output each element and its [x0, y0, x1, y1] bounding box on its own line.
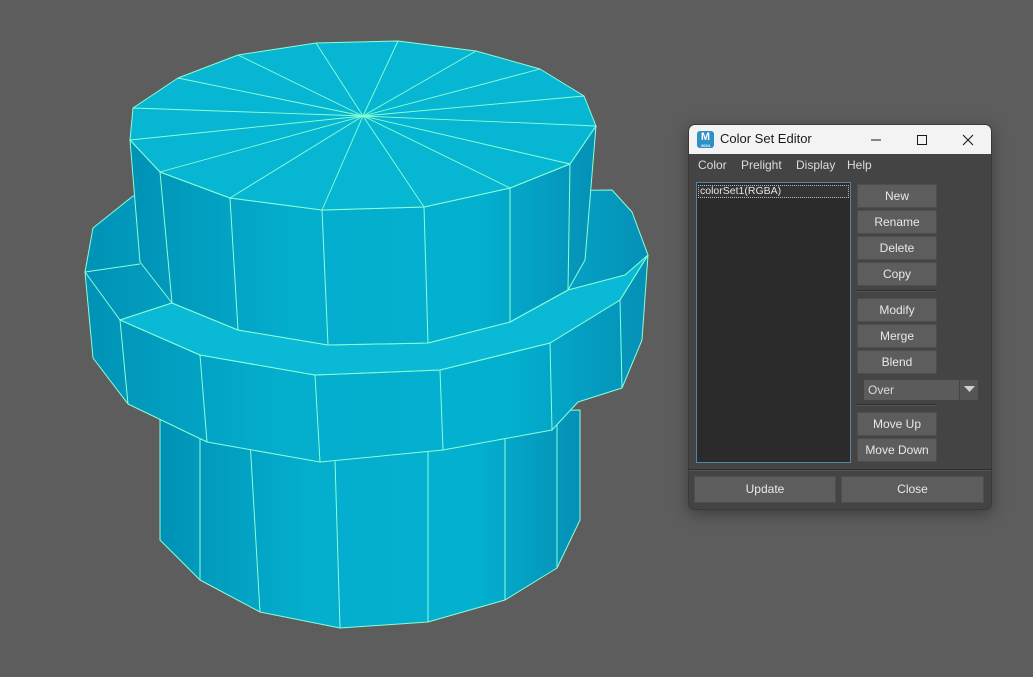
- blend-button[interactable]: Blend: [857, 350, 937, 374]
- color-set-list[interactable]: colorSet1(RGBA): [696, 182, 851, 463]
- menu-display[interactable]: Display: [796, 158, 835, 172]
- menu-prelight[interactable]: Prelight: [741, 158, 782, 172]
- blend-mode-value: Over: [868, 383, 895, 397]
- chevron-down-icon: [964, 386, 975, 392]
- dropdown-arrow[interactable]: [959, 380, 978, 400]
- maximize-button[interactable]: [899, 125, 945, 154]
- menu-help[interactable]: Help: [847, 158, 872, 172]
- update-button[interactable]: Update: [694, 476, 836, 503]
- color-set-item[interactable]: colorSet1(RGBA): [698, 185, 849, 198]
- menu-bar: Color Prelight Display Help: [689, 154, 991, 177]
- move-up-button[interactable]: Move Up: [857, 412, 937, 436]
- window-titlebar[interactable]: M 2024 Color Set Editor: [689, 125, 991, 154]
- delete-button[interactable]: Delete: [857, 236, 937, 260]
- maya-app-icon: M 2024: [697, 131, 714, 148]
- separator: [857, 404, 937, 406]
- minimize-button[interactable]: [853, 125, 899, 154]
- close-window-button[interactable]: [945, 125, 991, 154]
- new-button[interactable]: New: [857, 184, 937, 208]
- close-button[interactable]: Close: [841, 476, 984, 503]
- menu-color[interactable]: Color: [698, 158, 727, 172]
- close-icon: [962, 134, 974, 146]
- rename-button[interactable]: Rename: [857, 210, 937, 234]
- window-title: Color Set Editor: [720, 131, 812, 146]
- minimize-icon: [871, 139, 881, 141]
- merge-button[interactable]: Merge: [857, 324, 937, 348]
- modify-button[interactable]: Modify: [857, 298, 937, 322]
- blend-mode-dropdown[interactable]: Over: [864, 380, 978, 400]
- footer-separator: [689, 469, 991, 471]
- color-set-editor-window: M 2024 Color Set Editor Color Prelight D…: [688, 124, 992, 510]
- separator: [857, 290, 937, 292]
- copy-button[interactable]: Copy: [857, 262, 937, 286]
- move-down-button[interactable]: Move Down: [857, 438, 937, 462]
- cylinder-mesh: [84, 40, 649, 629]
- maximize-icon: [917, 135, 927, 145]
